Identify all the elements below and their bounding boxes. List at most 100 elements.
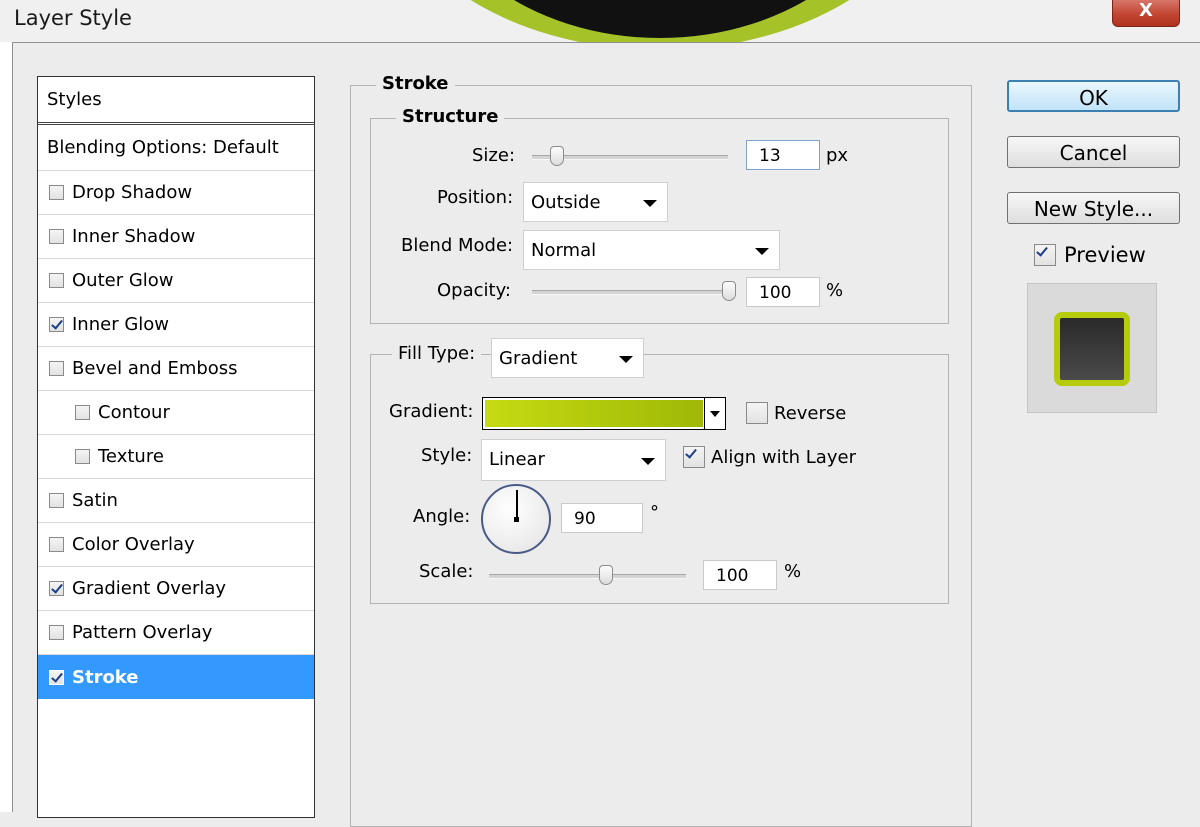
style-item-color-overlay[interactable]: Color Overlay (38, 523, 314, 567)
style-item-checkbox[interactable] (49, 361, 64, 376)
preview-checkbox-row[interactable]: Preview (1034, 243, 1146, 267)
style-item-label: Bevel and Emboss (72, 358, 238, 379)
angle-unit: ° (650, 502, 659, 523)
window-title: Layer Style (14, 6, 132, 30)
style-item-label: Texture (98, 446, 164, 467)
reverse-checkbox[interactable] (746, 402, 768, 424)
angle-dial[interactable] (481, 484, 551, 554)
style-item-pattern-overlay[interactable]: Pattern Overlay (38, 611, 314, 655)
style-item-outer-glow[interactable]: Outer Glow (38, 259, 314, 303)
stroke-legend: Stroke (376, 73, 455, 94)
style-item-stroke[interactable]: Stroke (38, 655, 314, 699)
blend-mode-label: Blend Mode: (401, 235, 514, 256)
style-item-texture[interactable]: Texture (38, 435, 314, 479)
blend-mode-dropdown[interactable]: Normal (523, 230, 780, 270)
size-input[interactable]: 13 (746, 140, 820, 170)
blend-mode-value: Normal (531, 240, 597, 261)
style-item-label: Color Overlay (72, 534, 195, 555)
preview-shape (1054, 312, 1130, 386)
reverse-label: Reverse (774, 402, 847, 424)
structure-legend: Structure (396, 106, 505, 127)
reverse-checkbox-row[interactable]: Reverse (746, 402, 846, 424)
style-item-label: Blending Options: Default (47, 137, 279, 158)
size-label: Size: (472, 145, 516, 166)
align-checkbox[interactable] (683, 446, 705, 468)
gradient-label: Gradient: (389, 401, 474, 422)
style-dropdown[interactable]: Linear (481, 439, 666, 481)
angle-input[interactable]: 90 (561, 503, 643, 533)
position-value: Outside (531, 192, 601, 213)
style-item-checkbox[interactable] (49, 581, 64, 596)
fill-type-label: Fill Type: (392, 343, 482, 364)
angle-label: Angle: (413, 506, 471, 527)
opacity-input[interactable]: 100 (746, 277, 820, 307)
fill-type-value: Gradient (499, 348, 578, 369)
window-frame (0, 42, 13, 812)
angle-needle (516, 490, 518, 519)
opacity-unit: % (826, 280, 844, 301)
gradient-dropdown-button[interactable] (704, 398, 725, 429)
fill-type-dropdown[interactable]: Gradient (491, 338, 644, 378)
dialog-top-border (12, 42, 1200, 43)
scale-input[interactable]: 100 (703, 560, 777, 590)
style-item-label: Inner Glow (72, 314, 170, 335)
preview-thumbnail (1027, 283, 1157, 413)
style-item-label: Stroke (72, 666, 139, 688)
style-item-checkbox[interactable] (75, 449, 90, 464)
style-item-blending-options-default[interactable]: Blending Options: Default (38, 125, 314, 171)
chevron-down-icon (710, 411, 720, 417)
opacity-slider-thumb[interactable] (722, 281, 736, 301)
style-item-gradient-overlay[interactable]: Gradient Overlay (38, 567, 314, 611)
styles-header-label: Styles (47, 89, 102, 110)
gradient-preview[interactable] (485, 400, 703, 427)
align-checkbox-row[interactable]: Align with Layer (683, 446, 856, 468)
style-label: Style: (421, 445, 473, 466)
position-dropdown[interactable]: Outside (523, 182, 668, 222)
style-item-label: Drop Shadow (72, 182, 193, 203)
scale-unit: % (784, 561, 802, 582)
styles-header[interactable]: Styles (38, 77, 314, 125)
opacity-label: Opacity: (437, 280, 511, 301)
style-item-inner-glow[interactable]: Inner Glow (38, 303, 314, 347)
style-item-checkbox[interactable] (49, 229, 64, 244)
size-slider-thumb[interactable] (550, 146, 565, 166)
gradient-picker[interactable] (482, 397, 726, 430)
chevron-down-icon (641, 458, 655, 465)
scale-label: Scale: (419, 561, 474, 582)
angle-center (514, 517, 519, 522)
style-item-checkbox[interactable] (49, 185, 64, 200)
scale-slider-thumb[interactable] (598, 565, 613, 585)
style-item-bevel-and-emboss[interactable]: Bevel and Emboss (38, 347, 314, 391)
style-item-label: Outer Glow (72, 270, 174, 291)
align-label: Align with Layer (711, 446, 856, 468)
close-button[interactable]: X (1112, 0, 1180, 27)
chevron-down-icon (643, 200, 657, 207)
style-item-label: Inner Shadow (72, 226, 196, 247)
style-item-checkbox[interactable] (49, 273, 64, 288)
scale-slider-track[interactable] (489, 574, 686, 579)
style-item-inner-shadow[interactable]: Inner Shadow (38, 215, 314, 259)
style-item-label: Gradient Overlay (72, 578, 227, 599)
title-bar (0, 0, 1200, 42)
style-item-contour[interactable]: Contour (38, 391, 314, 435)
chevron-down-icon (755, 248, 769, 255)
chevron-down-icon (619, 356, 633, 363)
position-label: Position: (437, 187, 514, 208)
style-item-label: Satin (72, 490, 118, 511)
style-item-drop-shadow[interactable]: Drop Shadow (38, 171, 314, 215)
new-style-button[interactable]: New Style... (1007, 192, 1180, 224)
style-item-satin[interactable]: Satin (38, 479, 314, 523)
preview-label: Preview (1064, 243, 1146, 267)
style-item-checkbox[interactable] (49, 537, 64, 552)
ok-button[interactable]: OK (1007, 80, 1180, 112)
style-item-checkbox[interactable] (49, 669, 64, 685)
preview-checkbox[interactable] (1034, 244, 1056, 266)
size-unit: px (826, 145, 849, 166)
style-item-checkbox[interactable] (75, 405, 90, 420)
opacity-slider-track[interactable] (532, 290, 736, 295)
cancel-button[interactable]: Cancel (1007, 136, 1180, 168)
style-item-checkbox[interactable] (49, 493, 64, 508)
style-item-checkbox[interactable] (49, 317, 64, 332)
style-item-checkbox[interactable] (49, 625, 64, 640)
style-item-label: Pattern Overlay (72, 622, 213, 643)
